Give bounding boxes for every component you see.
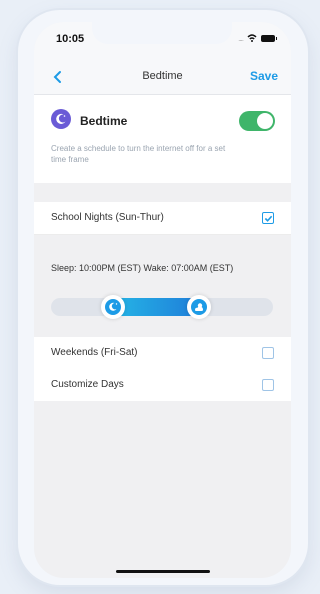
- weekends-label: Weekends (Fri-Sat): [51, 347, 138, 358]
- sleep-wake-times: Sleep: 10:00PM (EST) Wake: 07:00AM (EST): [51, 263, 234, 273]
- phone-screen: 10:05 .... Bedtime Save Bedtime Create a…: [34, 22, 291, 578]
- sleep-schedule-section: Sleep: 10:00PM (EST) Wake: 07:00AM (EST): [34, 234, 291, 319]
- navigation-bar: Bedtime Save: [34, 60, 291, 95]
- status-icons: ....: [238, 33, 277, 43]
- toggle-knob: [257, 113, 273, 129]
- bedtime-toggle[interactable]: [239, 111, 275, 131]
- notch: [92, 22, 232, 44]
- moon-icon: [105, 299, 121, 315]
- checkmark-icon: [264, 215, 272, 222]
- school-nights-label: School Nights (Sun-Thur): [51, 212, 164, 223]
- home-indicator: [116, 570, 210, 573]
- customize-days-checkbox[interactable]: [262, 379, 274, 391]
- customize-days-row[interactable]: Customize Days: [34, 369, 291, 401]
- wake-handle[interactable]: [187, 295, 211, 319]
- weekends-checkbox[interactable]: [262, 347, 274, 359]
- moon-icon: [51, 109, 71, 129]
- wifi-icon: [247, 34, 257, 42]
- bedtime-description: Create a schedule to turn the internet o…: [51, 144, 226, 164]
- sun-cloud-icon: [191, 299, 207, 315]
- bedtime-card: Bedtime Create a schedule to turn the in…: [34, 95, 291, 183]
- time-range-slider[interactable]: [51, 295, 273, 319]
- school-nights-row[interactable]: School Nights (Sun-Thur): [34, 202, 291, 235]
- signal-icon: ....: [238, 33, 244, 43]
- bedtime-title: Bedtime: [80, 114, 128, 128]
- school-nights-checkbox[interactable]: [262, 212, 274, 224]
- save-button[interactable]: Save: [250, 69, 278, 83]
- battery-icon: [261, 34, 277, 42]
- customize-days-label: Customize Days: [51, 379, 124, 390]
- sleep-handle[interactable]: [101, 295, 125, 319]
- weekends-row[interactable]: Weekends (Fri-Sat): [34, 337, 291, 370]
- status-time: 10:05: [56, 33, 85, 45]
